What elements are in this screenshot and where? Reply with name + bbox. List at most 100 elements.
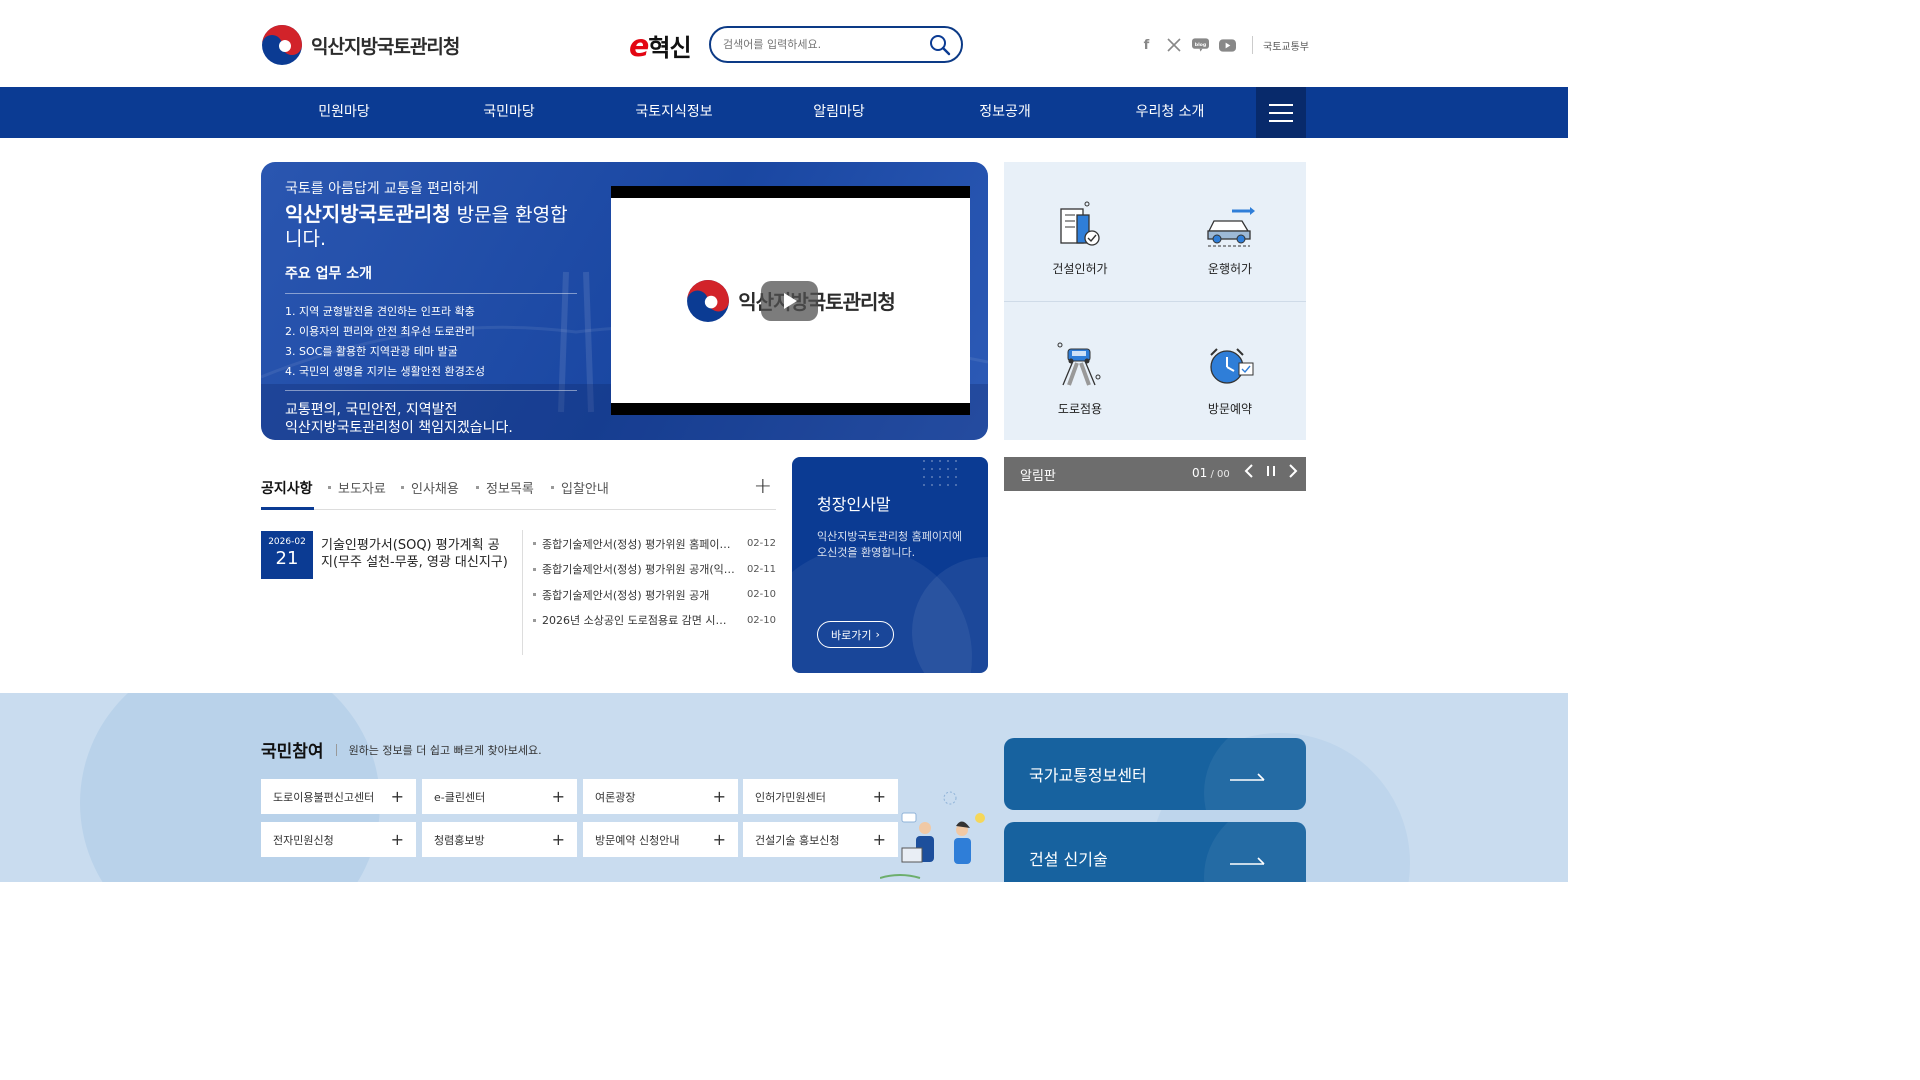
nav-item-civil[interactable]: 민원마당 [269,87,419,138]
notice-date: 02-11 [746,563,776,575]
quick-item-building-permit[interactable]: 건설인허가 [1020,200,1140,277]
nav-item-disclosure[interactable]: 정보공개 [930,87,1080,138]
participation-button[interactable]: 전자민원신청 + [261,822,416,857]
chevron-right-icon[interactable] [1288,464,1298,482]
bullet [551,486,554,489]
divider [1004,301,1306,302]
e-innovation-logo[interactable]: e혁신 [629,28,692,64]
more-plus-icon[interactable]: + [754,474,772,499]
bullet [533,542,536,546]
org-name: 익산지방국토관리청 [311,35,460,58]
youtube-icon[interactable] [1219,37,1236,54]
bullet [328,486,331,489]
chevron-right-icon: › [875,628,880,641]
participation-header: 국민참여 원하는 정보를 더 쉽고 빠르게 찾아보세요. [261,737,542,762]
bullet [533,593,536,597]
participation-desc: 원하는 정보를 더 쉽고 빠르게 찾아보세요. [348,743,542,757]
nav-item-about[interactable]: 우리청 소개 [1095,87,1245,138]
play-button-icon[interactable] [761,281,818,321]
participation-button-label: 건설기술 홍보신청 [755,833,840,847]
plus-icon: + [390,787,404,806]
link-new-technology[interactable]: 건설 신기술 [1004,822,1306,882]
site-logo[interactable]: 익산지방국토관리청 [261,24,460,66]
banner-welcome: 익산지방국토관리청 방문을 환영합니다. [285,202,585,251]
blog-icon[interactable]: blog [1192,37,1209,54]
visit-reservation-icon [1170,340,1290,390]
participation-button-label: 도로이용불편신고센터 [273,790,375,804]
road-occupancy-icon [1020,340,1140,390]
e-innovation-text: 혁신 [648,34,691,62]
plus-icon: + [712,787,726,806]
participation-button[interactable]: 청렴홍보방 + [422,822,577,857]
search-box [709,26,963,63]
participation-button-label: 전자민원신청 [273,833,334,847]
chevron-left-icon[interactable] [1244,464,1254,482]
molit-link[interactable]: 국토교통부 [1263,38,1309,53]
go-button[interactable]: 바로가기 › [817,621,894,648]
participation-button-label: 청렴홍보방 [434,833,485,847]
nav-item-notice[interactable]: 알림마당 [764,87,914,138]
list-item[interactable]: 종합기술제안서(정성) 평가위원 공개 02-10 [533,582,776,608]
search-input[interactable] [723,38,923,51]
link-traffic-info-center[interactable]: 국가교통정보센터 [1004,738,1306,810]
works-item: 3. SOC를 활용한 지역관광 테마 발굴 [285,345,458,358]
tab-bid[interactable]: 입찰안내 [551,478,609,497]
works-item: 1. 지역 균형발전을 견인하는 인프라 확충 [285,305,475,318]
participation-button[interactable]: 여론광장 + [583,779,738,814]
works-item: 4. 국민의 생명을 지키는 생활안전 환경조성 [285,365,486,378]
quick-item-visit-reservation[interactable]: 방문예약 [1170,340,1290,417]
nav-item-citizen[interactable]: 국민마당 [434,87,584,138]
social-links: f blog 국토교통부 [1138,36,1309,54]
participation-button[interactable]: e-클린센터 + [422,779,577,814]
tab-label: 정보목록 [486,482,534,497]
e-mark: e [629,29,649,64]
board-controls [1244,464,1298,482]
divider [522,530,523,655]
banner-text: 국토를 아름답게 교통을 편리하게 익산지방국토관리청 방문을 환영합니다. 주… [285,178,585,437]
x-icon[interactable] [1165,37,1182,54]
featured-notice-title: 기술인평가서(SOQ) 평가계획 공지(무주 설천-무풍, 영광 대신지구) [321,538,508,570]
tab-info-list[interactable]: 정보목록 [476,478,534,497]
go-button-label: 바로가기 [831,628,872,642]
participation-title: 국민참여 [261,742,324,762]
board-slash: / [1207,469,1218,480]
link-label: 국가교통정보센터 [1029,766,1147,785]
participation-button-label: 여론광장 [595,790,636,804]
decor-dots [923,460,957,486]
notice-title: 종합기술제안서(정성) 평가위원 홈페이지 공개 [542,537,735,551]
board-total: 00 [1217,469,1230,480]
bullet [476,486,479,489]
nav-item-knowledge[interactable]: 국토지식정보 [599,87,749,138]
participation-button[interactable]: 인허가민원센터 + [743,779,898,814]
notice-title: 종합기술제안서(정성) 평가위원 공개 [542,588,710,602]
list-item[interactable]: 2026년 소상공인 도로점용료 감면 시행 안내 02-10 [533,608,776,634]
vehicle-permit-icon [1170,200,1290,250]
participation-button[interactable]: 방문예약 신청안내 + [583,822,738,857]
quick-item-label: 운행허가 [1207,262,1253,276]
pause-icon[interactable] [1266,464,1276,482]
board-pagination: 01 / 00 [1192,466,1230,480]
facebook-icon[interactable]: f [1138,37,1155,54]
list-item[interactable]: 종합기술제안서(정성) 평가위원 홈페이지 공개 02-12 [533,531,776,557]
tab-press[interactable]: 보도자료 [328,478,386,497]
quick-item-road-occupancy[interactable]: 도로점용 [1020,340,1140,417]
divider [1252,36,1253,54]
banner-footer-line2: 익산지방국토관리청이 책임지겠습니다. [285,420,513,436]
bullet [533,567,536,571]
participation-section: 국민참여 원하는 정보를 더 쉽고 빠르게 찾아보세요. 도로이용불편신고센터 +… [0,693,1568,882]
tab-recruit[interactable]: 인사채용 [401,478,459,497]
participation-button[interactable]: 도로이용불편신고센터 + [261,779,416,814]
notice-board-bar: 알림판 01 / 00 [1004,457,1306,491]
people-illustration [880,791,985,879]
tab-label: 보도자료 [338,482,386,497]
works-title: 주요 업무 소개 [285,263,577,294]
search-icon[interactable] [929,34,951,60]
tab-notice[interactable]: 공지사항 [261,478,313,498]
plus-icon: + [551,787,565,806]
hamburger-menu-icon[interactable] [1256,87,1306,138]
notice-list: 종합기술제안서(정성) 평가위원 홈페이지 공개 02-12 종합기술제안서(정성… [533,531,776,633]
list-item[interactable]: 종합기술제안서(정성) 평가위원 공개(익산 국도) 02-11 [533,557,776,583]
video-player[interactable]: 익산지방국토관리청 [611,186,970,415]
quick-item-vehicle-permit[interactable]: 운행허가 [1170,200,1290,277]
participation-button[interactable]: 건설기술 홍보신청 + [743,822,898,857]
